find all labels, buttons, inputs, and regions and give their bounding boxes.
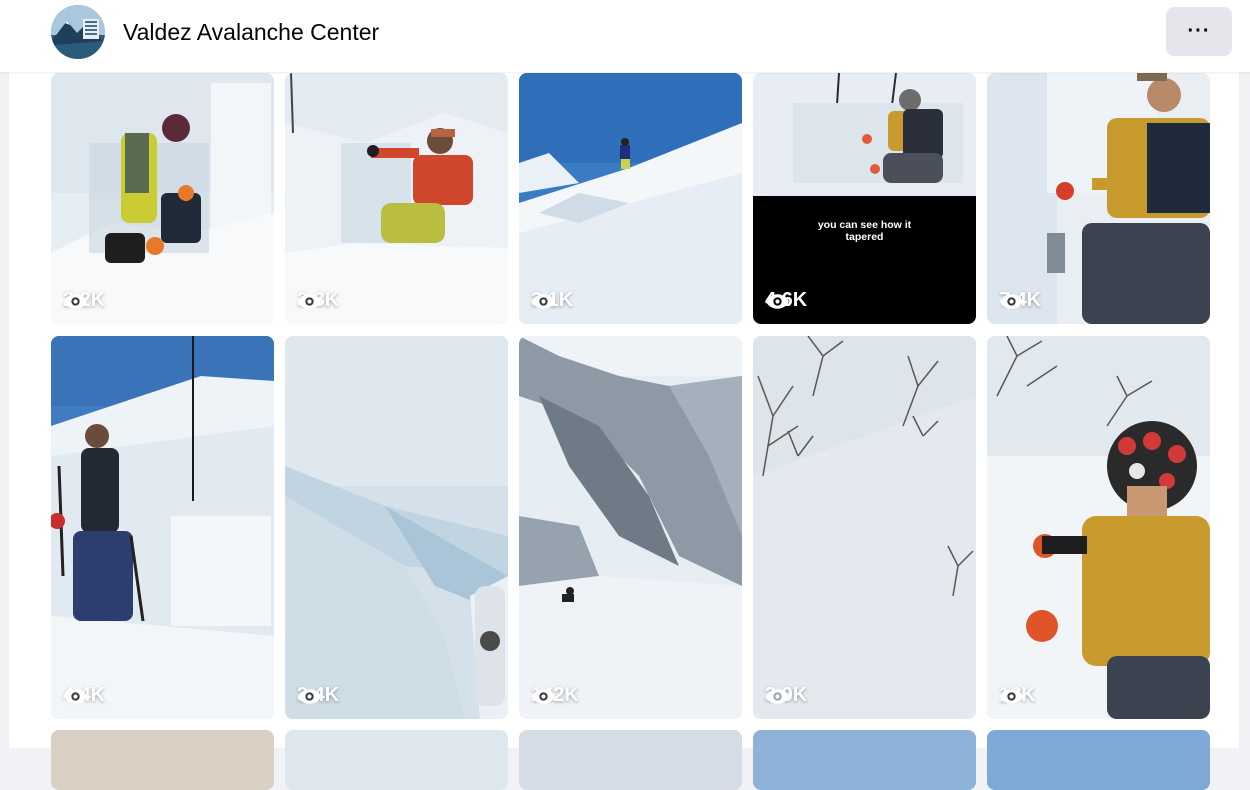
page-title[interactable]: Valdez Avalanche Center [123, 19, 379, 46]
eye-icon [64, 294, 87, 309]
eye-icon [1000, 294, 1023, 309]
reel-thumbnail[interactable] [987, 730, 1210, 790]
view-count: 4.6K [765, 289, 807, 312]
reel-thumbnail[interactable]: 3.1K [519, 73, 742, 324]
eye-icon [298, 294, 321, 309]
view-count: 3.1K [531, 289, 573, 312]
view-count: 13K [999, 684, 1036, 707]
view-count: 3.3K [297, 289, 339, 312]
eye-icon [766, 294, 789, 309]
reel-thumbnail[interactable] [519, 730, 742, 790]
more-options-button[interactable]: ··· [1166, 7, 1232, 56]
reel-thumbnail[interactable]: you can see how it tapered 4.6K [753, 73, 976, 324]
reel-thumbnail[interactable]: 3.4K [285, 336, 508, 719]
view-count: 2.2K [63, 289, 105, 312]
reel-thumbnail[interactable]: 2.2K [51, 73, 274, 324]
view-count: 4.4K [63, 684, 105, 707]
eye-icon [1000, 689, 1023, 704]
view-count: 7.4K [999, 289, 1041, 312]
reel-thumbnail[interactable]: 3.9K [753, 336, 976, 719]
view-count: 142K [531, 684, 579, 707]
eye-icon [532, 689, 555, 704]
view-count: 3.9K [765, 684, 807, 707]
view-count: 3.4K [297, 684, 339, 707]
eye-icon [298, 689, 321, 704]
reel-thumbnail[interactable]: 7.4K [987, 73, 1210, 324]
reel-thumbnail[interactable] [285, 730, 508, 790]
reel-thumbnail[interactable]: 142K [519, 336, 742, 719]
reel-thumbnail[interactable] [753, 730, 976, 790]
reel-caption: you can see how it tapered [817, 219, 912, 243]
reel-thumbnail[interactable]: 4.4K [51, 336, 274, 719]
eye-icon [64, 689, 87, 704]
page-avatar[interactable] [51, 5, 105, 59]
ellipsis-icon: ··· [1187, 20, 1211, 42]
page-header: Valdez Avalanche Center ··· [0, 0, 1250, 72]
reel-thumbnail[interactable]: 3.3K [285, 73, 508, 324]
reel-thumbnail[interactable] [51, 730, 274, 790]
reel-thumbnail[interactable]: 13K [987, 336, 1210, 719]
eye-icon [766, 689, 789, 704]
eye-icon [532, 294, 555, 309]
